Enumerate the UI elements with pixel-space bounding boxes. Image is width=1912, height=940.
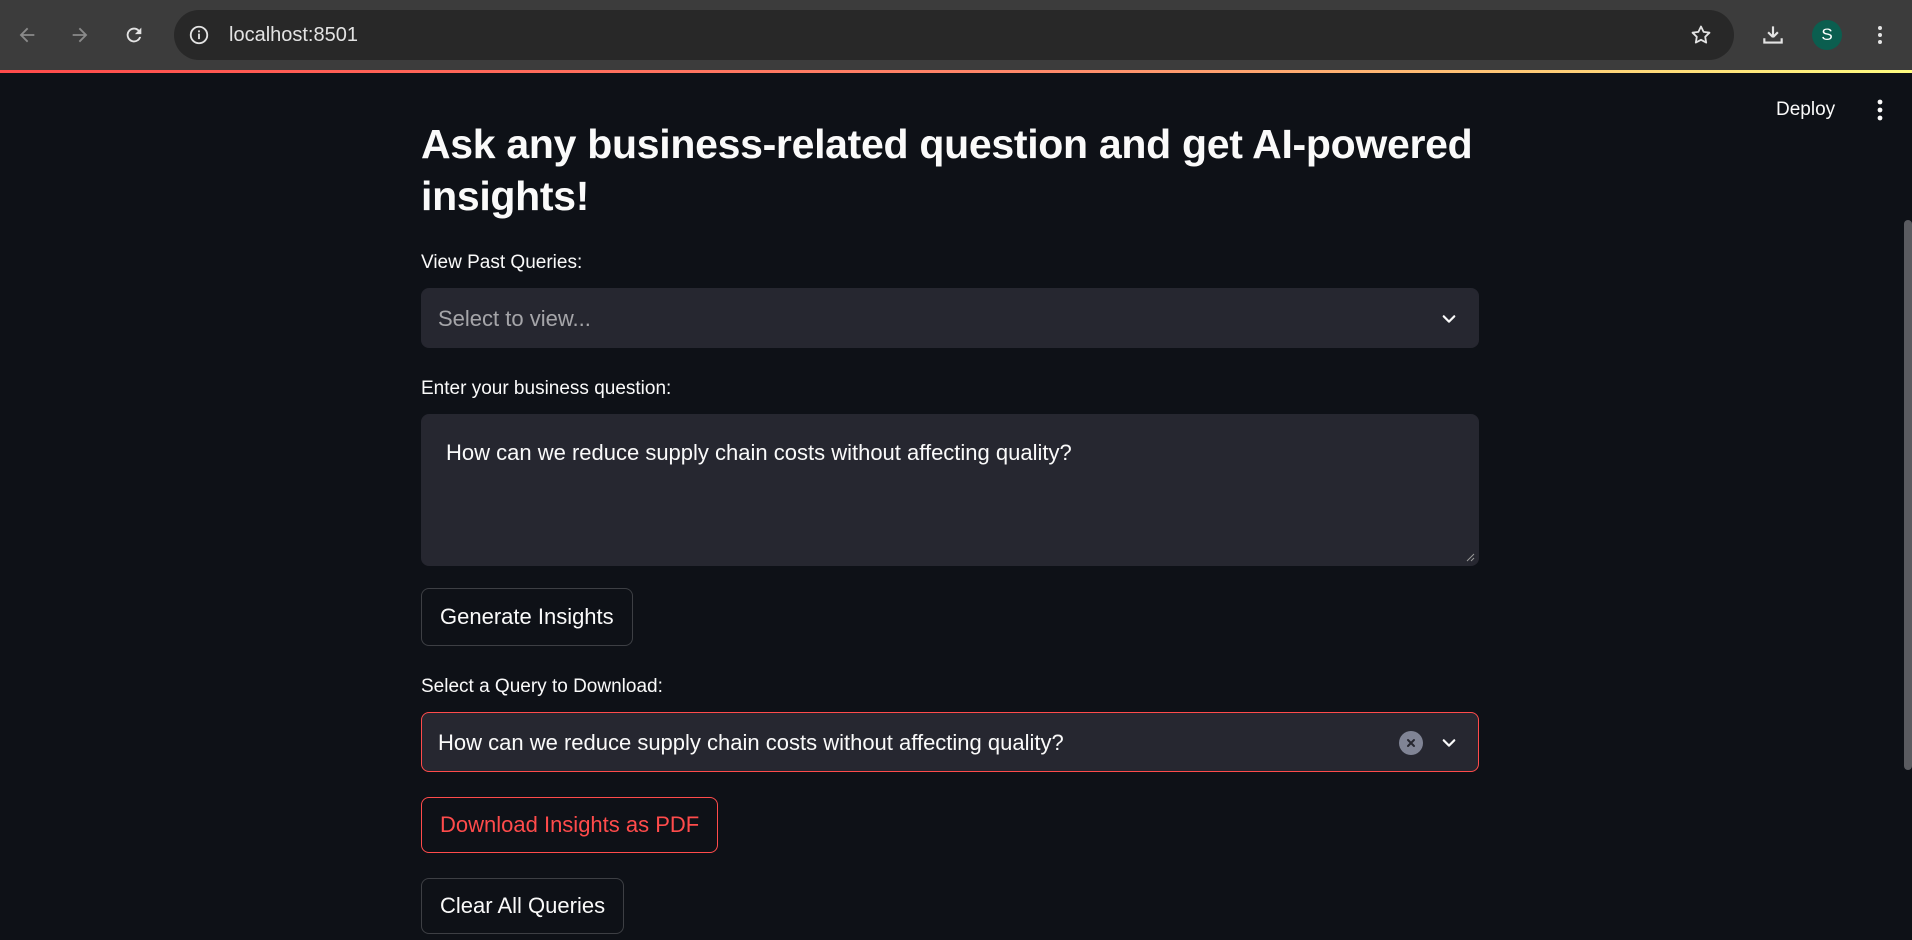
forward-button[interactable] bbox=[62, 17, 98, 53]
kebab-menu-icon bbox=[1877, 99, 1883, 121]
back-button[interactable] bbox=[9, 17, 45, 53]
download-icon bbox=[1763, 26, 1783, 44]
download-pdf-button[interactable]: Download Insights as PDF bbox=[421, 797, 719, 853]
past-queries-label: View Past Queries: bbox=[421, 252, 583, 273]
reload-button[interactable] bbox=[116, 17, 152, 53]
page-scrollbar[interactable] bbox=[1904, 220, 1912, 770]
chevron-down-icon[interactable] bbox=[1438, 732, 1460, 754]
reload-icon bbox=[126, 27, 142, 43]
resize-handle-icon[interactable] bbox=[1465, 552, 1475, 562]
star-icon[interactable] bbox=[1688, 22, 1714, 48]
past-queries-select[interactable]: Select to view... bbox=[421, 288, 1479, 348]
browser-menu-button[interactable] bbox=[1862, 17, 1898, 53]
question-textarea[interactable]: How can we reduce supply chain costs wit… bbox=[421, 414, 1479, 566]
deploy-button[interactable]: Deploy bbox=[1764, 93, 1847, 127]
clear-icon[interactable] bbox=[1399, 731, 1423, 755]
generate-insights-button[interactable]: Generate Insights bbox=[421, 588, 633, 646]
download-select-value: How can we reduce supply chain costs wit… bbox=[438, 730, 1064, 755]
question-label: Enter your business question: bbox=[421, 378, 672, 399]
page-title: Ask any business-related question and ge… bbox=[421, 121, 1473, 219]
address-bar[interactable]: localhost:8501 bbox=[174, 10, 1734, 60]
download-select-label: Select a Query to Download: bbox=[421, 676, 663, 697]
url-text[interactable]: localhost:8501 bbox=[229, 24, 358, 46]
question-text: How can we reduce supply chain costs wit… bbox=[446, 440, 1072, 465]
profile-avatar[interactable]: S bbox=[1812, 20, 1842, 50]
download-query-select[interactable]: How can we reduce supply chain costs wit… bbox=[421, 712, 1479, 772]
downloads-button[interactable] bbox=[1755, 17, 1791, 53]
arrow-left-icon bbox=[19, 27, 35, 43]
chevron-down-icon[interactable] bbox=[1438, 308, 1460, 330]
clear-all-queries-button[interactable]: Clear All Queries bbox=[421, 878, 625, 934]
browser-toolbar: localhost:8501 S bbox=[0, 0, 1912, 70]
kebab-menu-icon bbox=[1878, 26, 1882, 44]
info-icon[interactable] bbox=[186, 22, 212, 48]
arrow-right-icon bbox=[72, 27, 88, 43]
app-menu-button[interactable] bbox=[1866, 94, 1894, 126]
past-queries-placeholder: Select to view... bbox=[438, 306, 591, 331]
